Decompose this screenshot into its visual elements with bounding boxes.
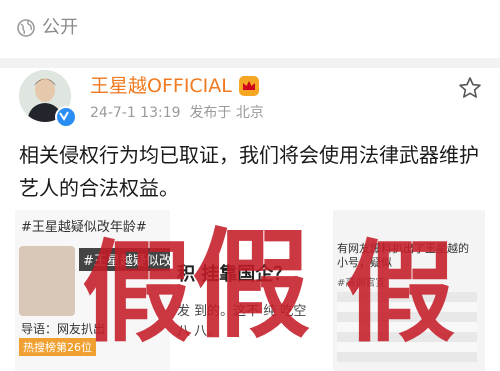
person-photo	[19, 246, 75, 316]
section-divider	[0, 58, 500, 68]
post-location: 发布于 北京	[189, 105, 264, 121]
star-icon[interactable]	[458, 76, 482, 100]
post-text: 相关侵权行为均已取证，我们将会使用法律武器维护艺人的合法权益。	[19, 143, 479, 200]
fake-stamp: 假	[82, 228, 192, 357]
verified-v-icon	[55, 106, 77, 128]
post-visibility-bar: 公开	[0, 0, 500, 58]
author-name[interactable]: 王星越OFFICIAL	[90, 74, 232, 98]
fake-stamp: 假	[192, 215, 311, 354]
visibility-label: 公开	[42, 17, 78, 38]
post-meta: 24-7-1 13:19 发布于 北京	[90, 104, 264, 122]
fake-stamp: 假	[345, 228, 455, 357]
post-time: 24-7-1 13:19	[90, 105, 181, 121]
globe-icon	[17, 19, 35, 37]
crown-badge-icon	[239, 76, 259, 96]
